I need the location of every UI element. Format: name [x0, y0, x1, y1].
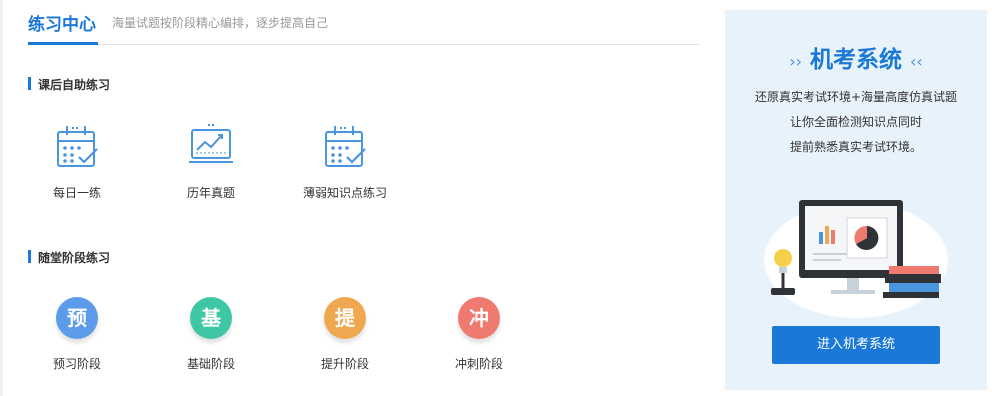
- weak-points-label: 薄弱知识点练习: [302, 186, 387, 200]
- page-left-edge: [0, 0, 3, 396]
- sprint-stage-badge: 冲: [458, 297, 500, 339]
- section-title-stage-practice: 随堂阶段练习: [28, 249, 110, 266]
- daily-practice-tile[interactable]: 每日一练: [22, 122, 132, 201]
- active-tab-underline: [28, 42, 98, 45]
- exam-desc-line2: 让你全面检测知识点同时: [789, 115, 922, 129]
- improve-stage-badge: 提: [324, 297, 366, 339]
- basic-stage-tile[interactable]: 基 基础阶段: [156, 297, 266, 372]
- exam-desc-line1: 还原真实考试环境+海量高度仿真试题: [754, 90, 958, 104]
- preview-stage-label: 预习阶段: [52, 357, 101, 371]
- improve-stage-tile[interactable]: 提 提升阶段: [290, 297, 400, 372]
- computer-books-illustration: [761, 170, 951, 320]
- double-chevron-left-icon: ‹‹: [910, 52, 923, 71]
- page-title: 练习中心: [28, 15, 96, 35]
- sprint-stage-label: 冲刺阶段: [454, 357, 503, 371]
- page-subtitle: 海量试题按阶段精心编排，逐步提高自己: [112, 16, 329, 30]
- exam-system-title-text: 机考系统: [810, 47, 902, 73]
- basic-stage-badge: 基: [190, 297, 232, 339]
- improve-stage-label: 提升阶段: [320, 357, 369, 371]
- section-title-self-practice: 课后自助练习: [28, 76, 110, 93]
- preview-stage-badge: 预: [56, 297, 98, 339]
- trend-chart-icon: [186, 122, 236, 172]
- enter-exam-system-button[interactable]: 进入机考系统: [772, 326, 940, 364]
- sprint-stage-tile[interactable]: 冲 冲刺阶段: [424, 297, 534, 372]
- exam-system-panel: ›› 机考系统 ‹‹ 还原真实考试环境+海量高度仿真试题 让你全面检测知识点同时…: [725, 10, 987, 390]
- calendar-check-icon: [320, 122, 370, 172]
- exam-desc-line3: 提前熟悉真实考试环境。: [789, 140, 922, 154]
- practice-center-header: 练习中心 海量试题按阶段精心编排，逐步提高自己: [28, 0, 700, 45]
- exam-system-title: ›› 机考系统 ‹‹: [725, 40, 987, 74]
- past-exams-tile[interactable]: 历年真题: [156, 122, 266, 201]
- daily-practice-label: 每日一练: [52, 186, 101, 200]
- weak-points-tile[interactable]: 薄弱知识点练习: [290, 122, 400, 201]
- preview-stage-tile[interactable]: 预 预习阶段: [22, 297, 132, 372]
- double-chevron-right-icon: ››: [789, 52, 802, 71]
- past-exams-label: 历年真题: [186, 186, 235, 200]
- calendar-check-icon: [52, 122, 102, 172]
- basic-stage-label: 基础阶段: [186, 357, 235, 371]
